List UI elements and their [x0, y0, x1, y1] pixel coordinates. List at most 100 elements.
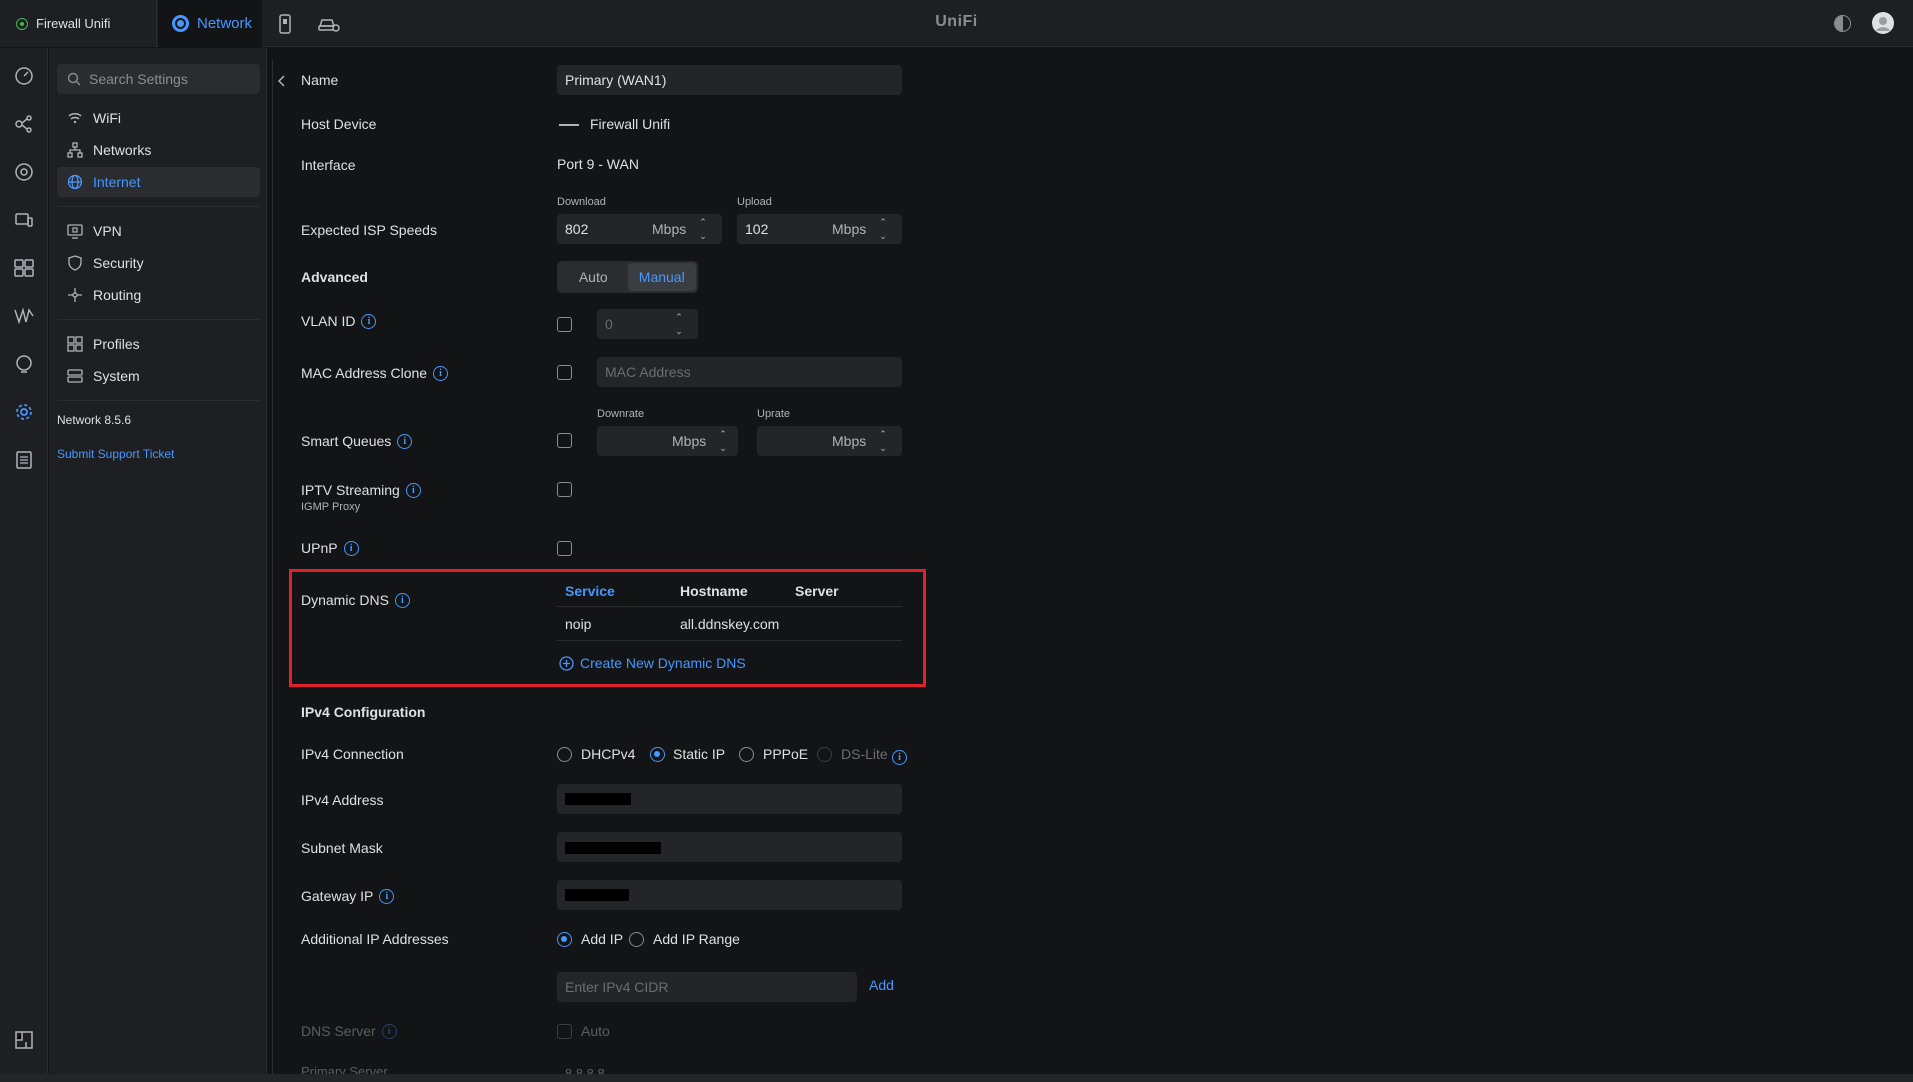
dynamic-dns-label: Dynamic DNS: [301, 592, 389, 608]
tab-firewall-unifi[interactable]: Firewall Unifi: [0, 0, 157, 47]
ports-icon[interactable]: [14, 258, 34, 278]
add-ip-range-label[interactable]: Add IP Range: [653, 931, 740, 947]
info-icon[interactable]: i: [379, 888, 395, 904]
advanced-manual-option[interactable]: Manual: [627, 263, 696, 291]
vlan-id-stepper[interactable]: ⌃ ⌄: [674, 312, 684, 336]
radio-add-ip-range[interactable]: [629, 932, 644, 947]
search-input[interactable]: [89, 71, 249, 87]
sidebar-divider: [57, 400, 260, 401]
ds-lite-label[interactable]: DS-Lite: [841, 746, 888, 762]
download-stepper[interactable]: ⌃ ⌄: [698, 217, 708, 241]
app-rail: [0, 48, 48, 1074]
info-icon[interactable]: i: [381, 1023, 397, 1039]
settings-icon[interactable]: [14, 402, 34, 422]
devices-icon[interactable]: [14, 162, 34, 182]
vlan-id-checkbox[interactable]: [557, 317, 572, 332]
ddns-header-divider: [557, 606, 902, 607]
status-online-icon: [16, 17, 28, 30]
sidebar-item-label: System: [93, 368, 140, 384]
sidebar-item-routing[interactable]: Routing: [57, 280, 260, 310]
theme-toggle-icon[interactable]: [1834, 15, 1851, 32]
upload-stepper[interactable]: ⌃ ⌄: [878, 217, 888, 241]
upload-unit: Mbps: [832, 221, 867, 237]
pppoe-label[interactable]: PPPoE: [763, 746, 808, 762]
search-icon: [67, 72, 81, 86]
ipv4-section-title: IPv4 Configuration: [301, 704, 426, 720]
create-dynamic-dns-button[interactable]: Create New Dynamic DNS: [559, 655, 746, 671]
add-ip-label[interactable]: Add IP: [581, 931, 623, 947]
name-field[interactable]: Primary (WAN1): [557, 65, 902, 95]
radio-dhcpv4[interactable]: [557, 747, 572, 762]
redacted-gateway-ip: [565, 889, 629, 901]
info-icon[interactable]: i: [405, 482, 421, 498]
iptv-row: IPTV Streaming i: [301, 482, 421, 498]
ddns-header-server[interactable]: Server: [795, 583, 839, 599]
sidebar-item-security[interactable]: Security: [57, 248, 260, 278]
info-icon[interactable]: i: [361, 313, 377, 329]
info-icon[interactable]: i: [394, 592, 410, 608]
avatar[interactable]: [1872, 12, 1894, 34]
interface-label: Interface: [301, 157, 356, 173]
clients-icon[interactable]: [14, 210, 34, 230]
downrate-label: Downrate: [597, 408, 645, 420]
iptv-checkbox[interactable]: [557, 482, 572, 497]
mac-clone-row: MAC Address Clone i: [301, 365, 449, 381]
alerts-icon[interactable]: [14, 354, 34, 374]
vpn-icon: [67, 223, 83, 239]
ddns-header-hostname[interactable]: Hostname: [680, 583, 748, 599]
info-icon[interactable]: i: [892, 750, 907, 765]
sidebar-item-system[interactable]: System: [57, 361, 260, 391]
sidebar-item-networks[interactable]: Networks: [57, 135, 260, 165]
sidebar-item-internet[interactable]: Internet: [57, 167, 260, 197]
smart-queues-row: Smart Queues i: [301, 433, 413, 449]
radio-pppoe[interactable]: [739, 747, 754, 762]
vehicle-app-icon[interactable]: [318, 15, 340, 33]
dhcpv4-label[interactable]: DHCPv4: [581, 746, 635, 762]
mac-clone-checkbox[interactable]: [557, 365, 572, 380]
static-ip-label[interactable]: Static IP: [673, 746, 725, 762]
dns-auto-checkbox[interactable]: [557, 1024, 572, 1039]
tab-firewall-label: Firewall Unifi: [36, 16, 111, 31]
interface-value: Port 9 - WAN: [557, 156, 639, 172]
radio-add-ip[interactable]: [557, 932, 572, 947]
topology-icon[interactable]: [14, 114, 34, 134]
search-settings[interactable]: [57, 64, 260, 94]
ddns-row-service[interactable]: noip: [565, 616, 591, 632]
horizontal-scrollbar[interactable]: [0, 1074, 1913, 1082]
info-icon[interactable]: i: [433, 365, 449, 381]
smart-queues-checkbox[interactable]: [557, 433, 572, 448]
floor-plan-icon[interactable]: [14, 1030, 34, 1050]
sidebar-divider: [57, 206, 260, 207]
radio-ds-lite[interactable]: [817, 747, 832, 762]
sidebar-item-profiles[interactable]: Profiles: [57, 329, 260, 359]
additional-ip-label: Additional IP Addresses: [301, 931, 449, 947]
downrate-stepper[interactable]: ⌃ ⌄: [718, 429, 728, 453]
downrate-input[interactable]: [597, 426, 738, 456]
upnp-checkbox[interactable]: [557, 541, 572, 556]
version-label: Network 8.5.6: [57, 413, 132, 427]
add-cidr-button[interactable]: Add: [869, 977, 894, 993]
access-app-icon[interactable]: [278, 14, 292, 34]
collapse-sidebar-button[interactable]: [272, 66, 292, 96]
insights-icon[interactable]: [14, 306, 34, 326]
info-icon[interactable]: i: [343, 540, 359, 556]
advanced-auto-option[interactable]: Auto: [559, 263, 628, 291]
ipv4-cidr-input[interactable]: Enter IPv4 CIDR: [557, 972, 857, 1002]
ddns-row-hostname[interactable]: all.ddnskey.com: [680, 616, 779, 632]
ddns-header-service[interactable]: Service: [565, 583, 615, 599]
info-icon[interactable]: i: [397, 433, 413, 449]
sidebar-item-label: WiFi: [93, 110, 121, 126]
ds-lite-info[interactable]: i: [892, 747, 907, 765]
radio-static-ip[interactable]: [650, 747, 665, 762]
dashboard-icon[interactable]: [14, 66, 34, 86]
support-ticket-link[interactable]: Submit Support Ticket: [57, 447, 174, 461]
sidebar-item-vpn[interactable]: VPN: [57, 216, 260, 246]
mac-address-input[interactable]: MAC Address: [597, 357, 902, 387]
logs-icon[interactable]: [14, 450, 34, 470]
uprate-stepper[interactable]: ⌃ ⌄: [878, 429, 888, 453]
sidebar-item-wifi[interactable]: WiFi: [57, 103, 260, 133]
sidebar-item-label: Networks: [93, 142, 152, 158]
tab-network[interactable]: Network: [158, 0, 262, 47]
dns-server-label: DNS Server: [301, 1023, 376, 1039]
profiles-icon: [67, 336, 83, 352]
